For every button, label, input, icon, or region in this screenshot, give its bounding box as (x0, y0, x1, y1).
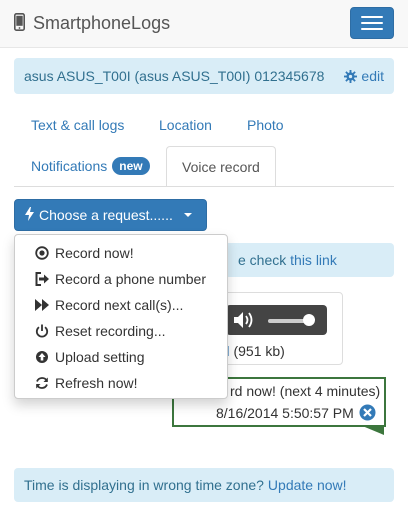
tab-notifications-label: Notifications (31, 158, 108, 174)
record-request-time-row: 8/16/2014 5:50:57 PM (216, 404, 376, 421)
record-request-time: 8/16/2014 5:50:57 PM (216, 404, 354, 421)
volume-slider[interactable] (268, 319, 308, 323)
tab-notifications[interactable]: Notifications new (16, 146, 165, 186)
timezone-bar: Time is displaying in wrong time zone? U… (14, 468, 394, 502)
file-size: (951 kb) (233, 343, 285, 359)
caret-down-icon (183, 213, 192, 217)
menu-item-label: Record a phone number (55, 271, 206, 287)
menu-item-refresh-now[interactable]: Refresh now! (15, 370, 227, 396)
hamburger-menu-button[interactable] (350, 7, 394, 39)
power-icon (35, 324, 49, 338)
device-bar: asus ASUS_T00I (asus ASUS_T00I) 01234567… (14, 58, 394, 94)
tab-voice-record[interactable]: Voice record (166, 146, 276, 187)
menu-item-upload-setting[interactable]: Upload setting (15, 344, 227, 370)
choose-request-button[interactable]: Choose a request...... (14, 199, 207, 231)
tab-photo[interactable]: Photo (232, 105, 299, 145)
tab-location[interactable]: Location (144, 105, 227, 145)
hamburger-menu-icon (361, 16, 383, 18)
volume-up-icon[interactable] (234, 311, 256, 332)
tab-text-call-logs[interactable]: Text & call logs (16, 105, 139, 145)
request-dropdown-menu: Record now! Record a phone number Record… (14, 234, 228, 399)
menu-item-label: Record next call(s)... (55, 297, 184, 313)
timezone-text: Time is displaying in wrong time zone? (24, 477, 264, 493)
close-circle-icon[interactable] (359, 404, 376, 421)
fast-forward-icon (35, 298, 49, 312)
record-circle-icon (35, 246, 49, 260)
navbar: SmartphoneLogs (0, 0, 408, 48)
audio-player[interactable] (226, 305, 327, 335)
edit-device-link[interactable]: edit (344, 68, 384, 84)
upload-circle-icon (35, 350, 49, 364)
brand[interactable]: SmartphoneLogs (14, 13, 170, 34)
device-name: asus ASUS_T00I (asus ASUS_T00I) 01234567… (24, 68, 325, 84)
new-badge: new (112, 157, 150, 175)
menu-item-label: Upload setting (55, 349, 145, 365)
record-request-text: rd now! (next 4 minutes) (230, 383, 381, 399)
bolt-icon (25, 206, 34, 224)
refresh-icon (35, 376, 49, 390)
menu-item-label: Refresh now! (55, 375, 138, 391)
info-text: e check (238, 252, 287, 268)
brand-title: SmartphoneLogs (33, 13, 171, 33)
this-link[interactable]: this link (290, 252, 337, 268)
menu-item-record-next-calls[interactable]: Record next call(s)... (15, 292, 227, 318)
choose-request-label: Choose a request...... (39, 207, 173, 223)
menu-item-record-now[interactable]: Record now! (15, 240, 227, 266)
menu-item-record-phone-number[interactable]: Record a phone number (15, 266, 227, 292)
menu-item-reset-recording[interactable]: Reset recording... (15, 318, 227, 344)
menu-item-label: Record now! (55, 245, 134, 261)
menu-item-label: Reset recording... (55, 323, 166, 339)
gear-icon (344, 69, 358, 83)
update-now-link[interactable]: Update now! (268, 477, 347, 493)
mobile-phone-icon (14, 13, 25, 34)
volume-slider-handle[interactable] (303, 314, 315, 326)
sign-out-icon (35, 272, 49, 286)
record-request-tail (360, 425, 384, 435)
edit-label: edit (361, 68, 384, 84)
tabs-divider (14, 186, 394, 187)
